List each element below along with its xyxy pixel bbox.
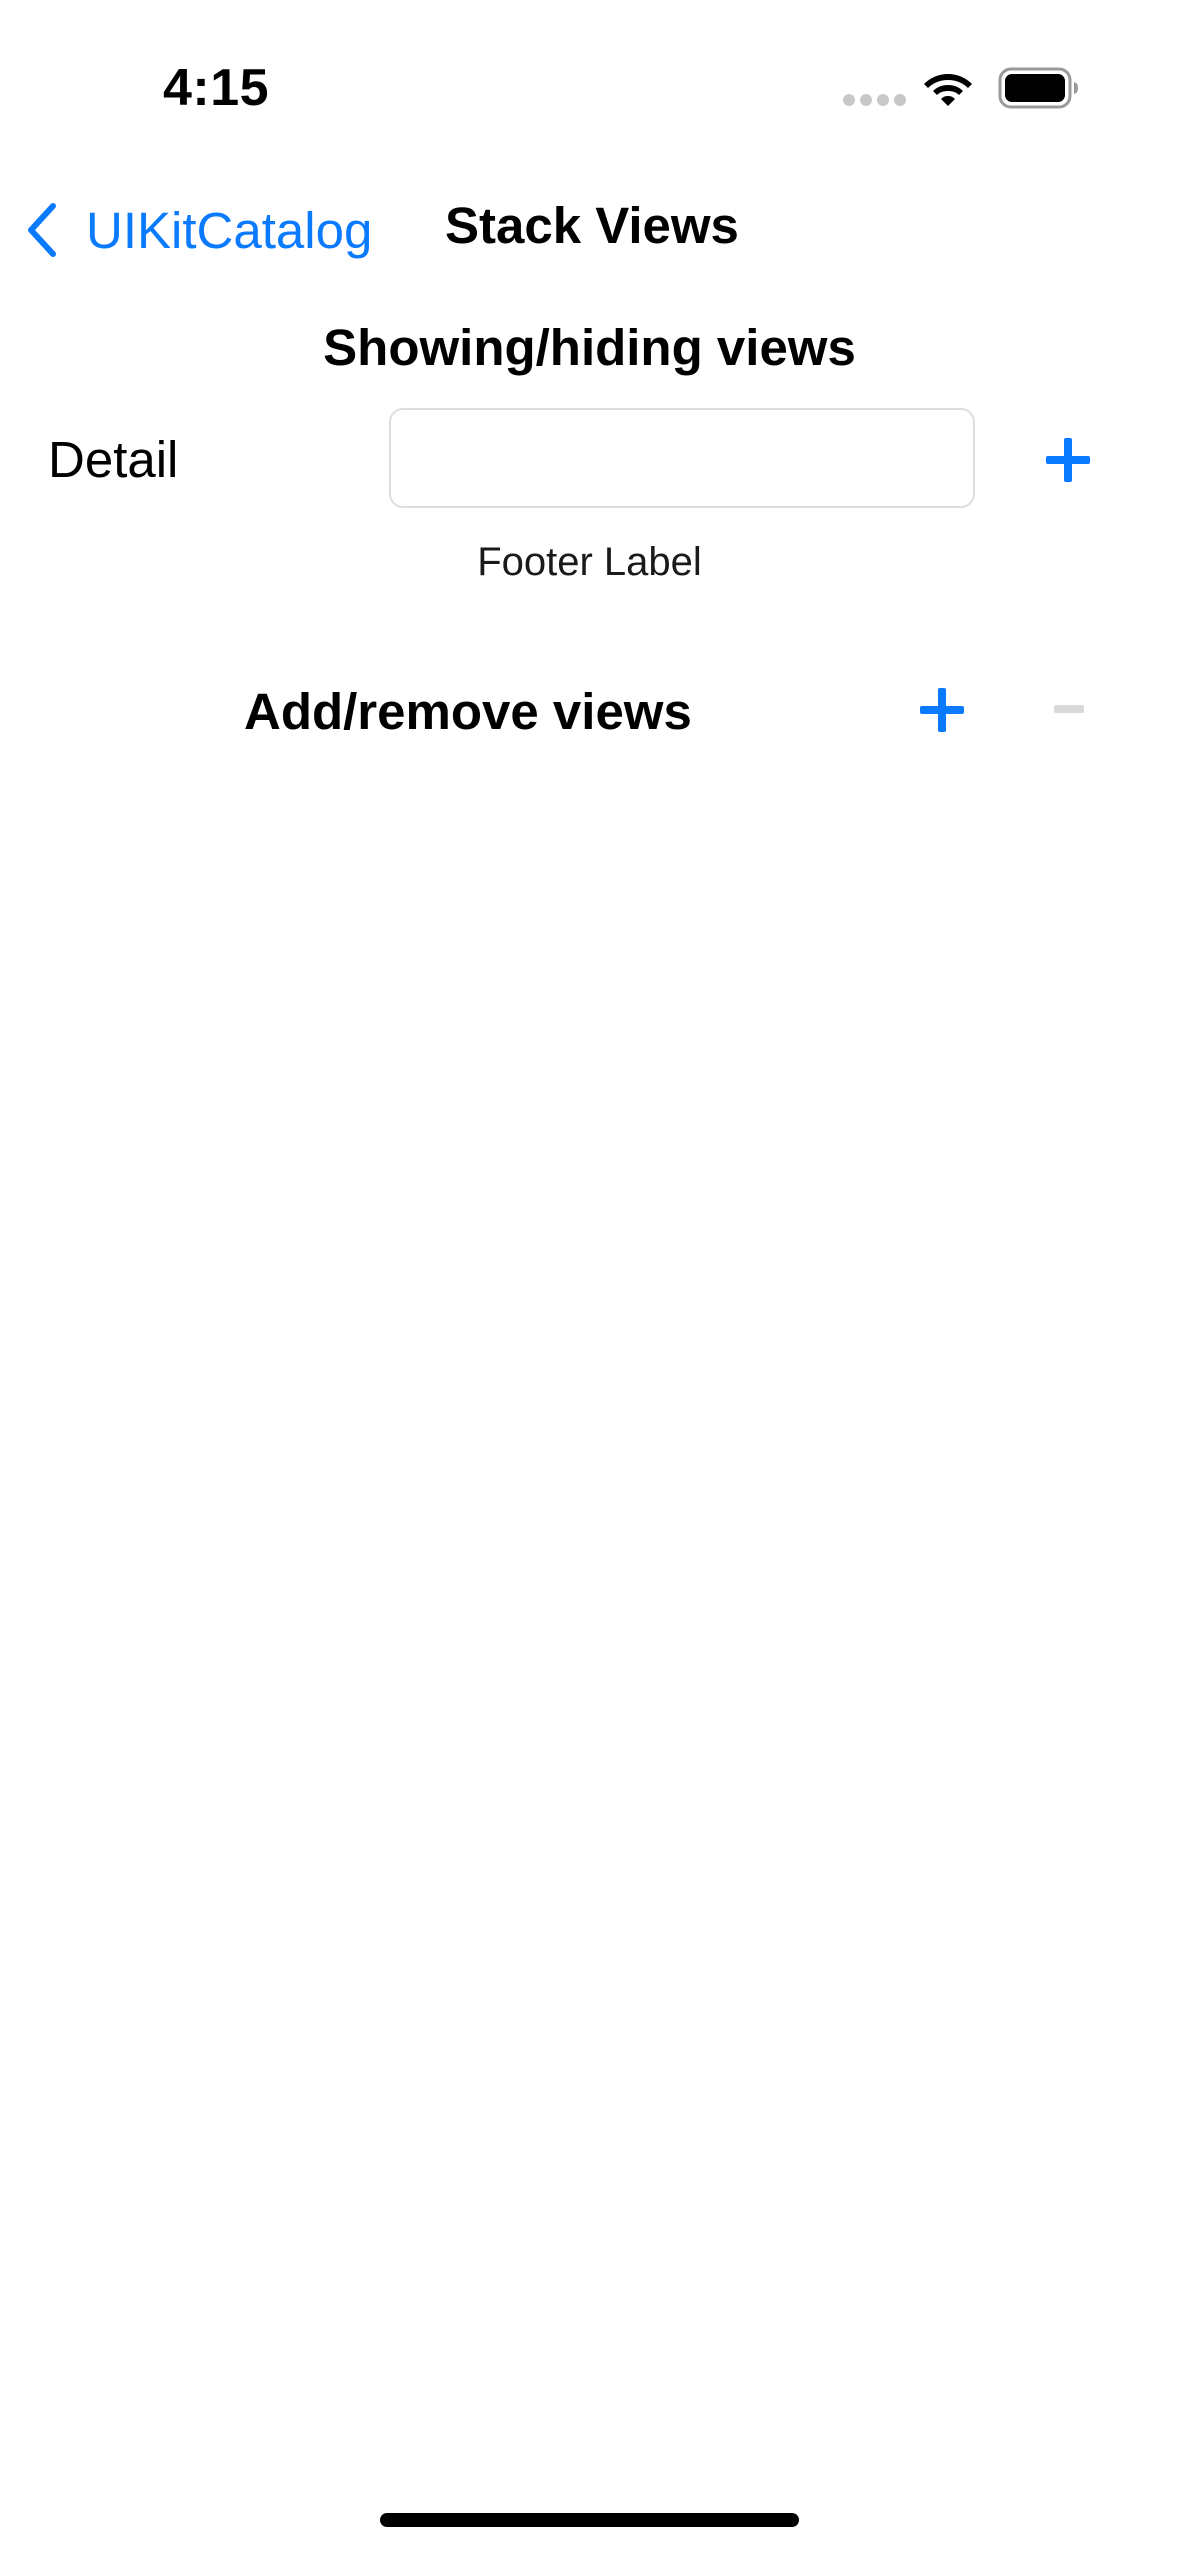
add-remove-views-title: Add/remove views [244, 683, 692, 740]
wifi-icon [924, 74, 972, 106]
battery-icon [998, 67, 1078, 109]
home-indicator[interactable] [380, 2513, 799, 2527]
back-button-label: UIKitCatalog [86, 201, 373, 259]
page-title: Stack Views [445, 197, 739, 254]
back-button[interactable]: UIKitCatalog [22, 192, 372, 268]
showing-hiding-views-title: Showing/hiding views [323, 319, 856, 376]
remove-view-minus-icon[interactable] [1054, 704, 1084, 714]
add-view-plus-icon[interactable] [918, 686, 966, 734]
detail-text-field[interactable] [389, 408, 975, 508]
detail-label: Detail [48, 431, 179, 488]
cellular-signal-icon [843, 94, 906, 106]
chevron-left-icon [28, 203, 56, 257]
plus-icon[interactable] [1044, 436, 1092, 484]
footer-label: Footer Label [477, 540, 702, 584]
status-bar-time: 4:15 [163, 59, 270, 117]
